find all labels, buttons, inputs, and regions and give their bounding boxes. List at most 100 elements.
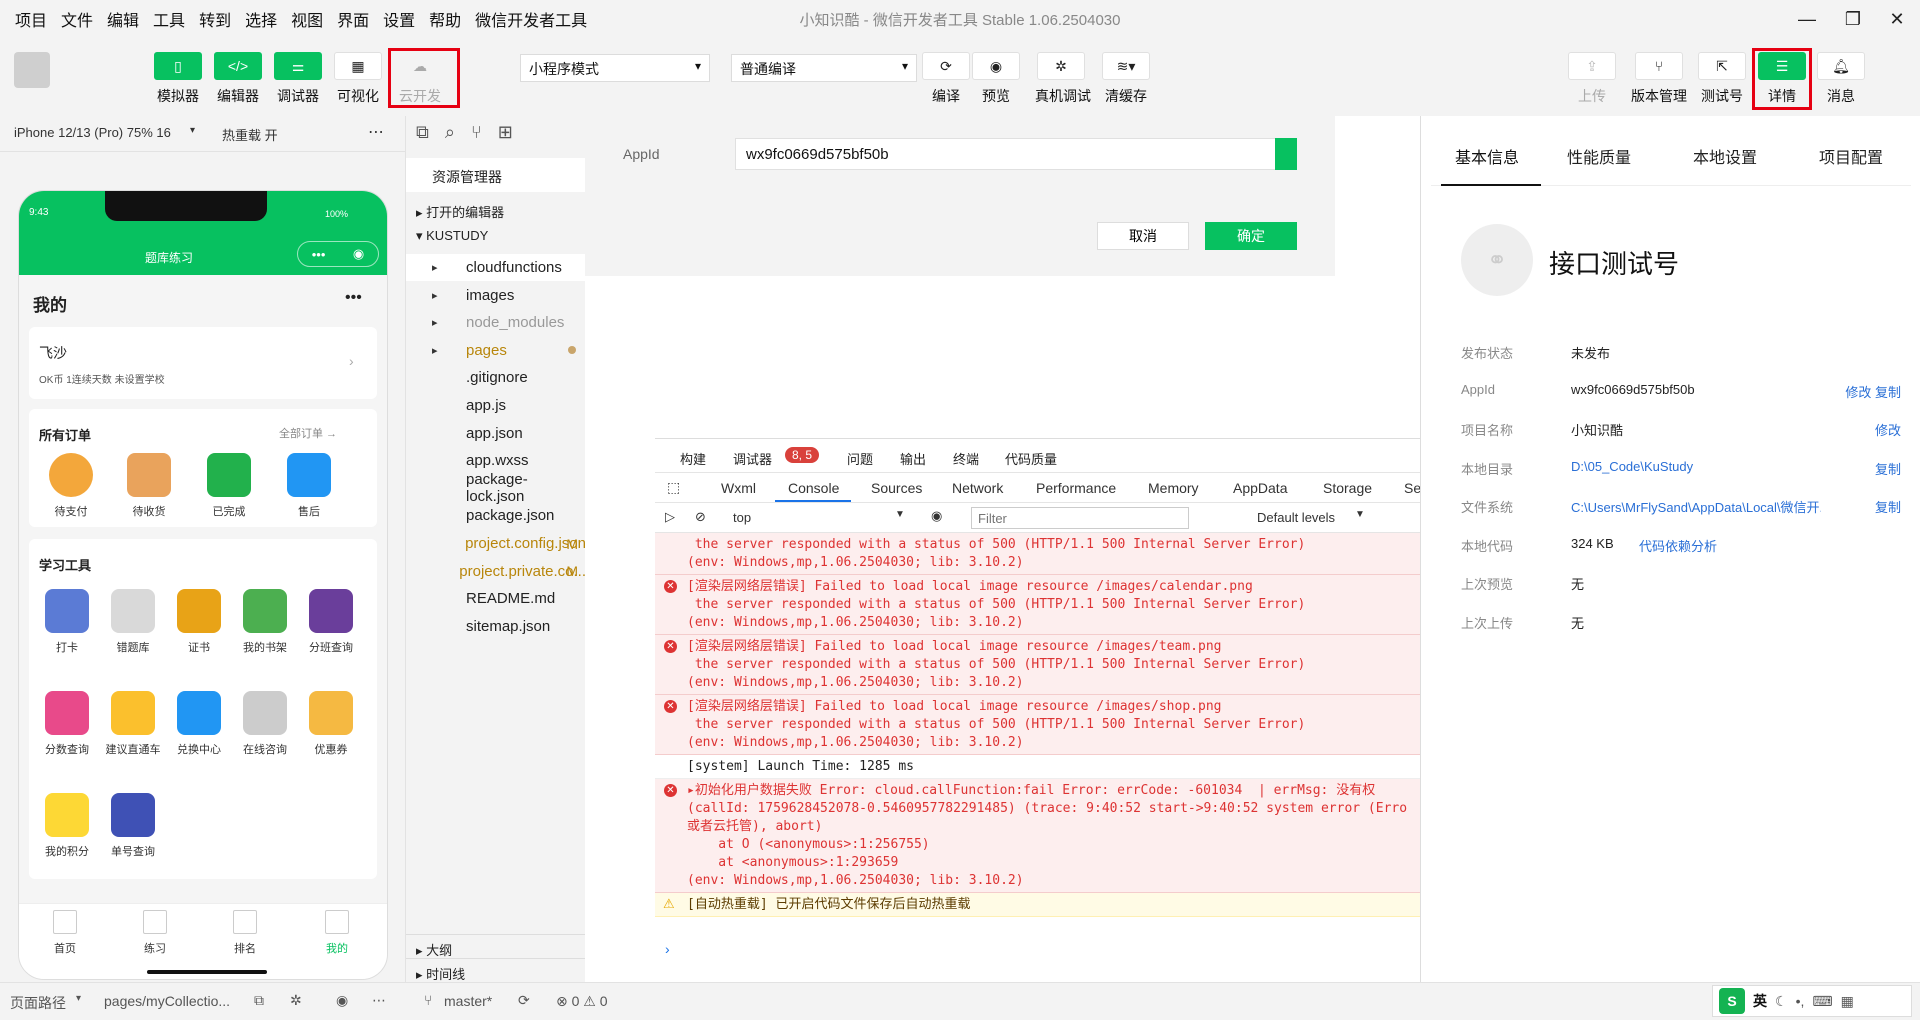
maximize-button[interactable]: ❐ <box>1830 0 1876 38</box>
order-pending-pay[interactable]: 待支付 <box>41 453 101 519</box>
order-completed[interactable]: 已完成 <box>199 453 259 519</box>
open-editors-section[interactable]: ▸ 打开的编辑器 <box>416 202 504 221</box>
confirm-button[interactable]: 确定 <box>1205 222 1297 250</box>
punctuation-icon[interactable]: •, <box>1796 993 1805 1009</box>
info-action-link[interactable]: 代码依赖分析 <box>1639 536 1717 555</box>
file-tree-item[interactable]: ▸ node_modules <box>406 309 586 336</box>
ime-language[interactable]: 英 <box>1753 991 1767 1011</box>
tab-debugger[interactable]: 调试器 <box>733 449 772 468</box>
tab-appdata[interactable]: AppData <box>1233 480 1287 496</box>
tab-output[interactable]: 输出 <box>900 449 926 468</box>
eye-icon[interactable]: ◉ <box>336 992 348 1009</box>
simulator-button[interactable]: ▯ 模拟器 <box>152 52 204 106</box>
hot-reload-toggle[interactable]: 热重载 开 <box>222 125 278 144</box>
tab-local-settings[interactable]: 本地设置 <box>1693 144 1757 168</box>
messages-button[interactable]: 🔔︎ 消息 <box>1815 52 1867 106</box>
eye-icon[interactable]: ◉ <box>931 508 942 524</box>
tab-console[interactable]: Console <box>788 480 839 496</box>
tab-home[interactable]: 首页 <box>35 910 95 956</box>
file-tree-item[interactable]: package-lock.json <box>406 471 586 505</box>
sidebar-toggle-icon[interactable]: ▷ <box>665 509 675 525</box>
tab-memory[interactable]: Memory <box>1148 480 1199 496</box>
info-action-link[interactable]: 修改 <box>1875 420 1901 439</box>
source-control-icon[interactable]: ⑂ <box>471 122 482 143</box>
file-tree-item[interactable]: ▸ cloudfunctions <box>406 254 586 281</box>
tab-project-config[interactable]: 项目配置 <box>1819 144 1883 168</box>
cancel-button[interactable]: 取消 <box>1097 222 1189 250</box>
order-after-sale[interactable]: 售后 <box>279 453 339 519</box>
branch-name[interactable]: master* <box>444 993 492 1009</box>
mode-select[interactable]: 小程序模式 <box>520 54 710 82</box>
tab-code-quality[interactable]: 代码质量 <box>1005 449 1057 468</box>
file-tree-item[interactable]: .gitignore <box>406 364 586 391</box>
file-tree-item[interactable]: app.json <box>406 420 586 447</box>
tab-security[interactable]: Se <box>1404 480 1421 496</box>
moon-icon[interactable]: ☾ <box>1775 993 1788 1010</box>
tab-network[interactable]: Network <box>952 480 1003 496</box>
file-tree-item[interactable]: ▸ pages <box>406 337 586 364</box>
upload-button[interactable]: ⇪ 上传 <box>1566 52 1618 106</box>
tab-mine[interactable]: 我的 <box>307 910 367 956</box>
timeline-section[interactable]: ▸ 时间线 <box>406 958 586 982</box>
outline-section[interactable]: ▸ 大纲 <box>406 934 586 958</box>
capsule-menu[interactable]: ••• ◉ <box>297 241 379 267</box>
clear-cache-button[interactable]: ≋▾ 清缓存 <box>1100 52 1152 106</box>
file-tree-item[interactable]: README.md <box>406 585 586 612</box>
sogou-logo-icon[interactable]: S <box>1719 988 1745 1014</box>
file-tree-item[interactable]: app.wxss <box>406 447 586 474</box>
tool-consult[interactable]: 在线咨询 <box>235 691 295 757</box>
file-tree-item[interactable]: ▸ images <box>406 282 586 309</box>
more-options-icon[interactable]: ••• <box>345 289 362 307</box>
console-prompt[interactable]: › <box>665 941 670 957</box>
sync-icon[interactable]: ⟳ <box>518 992 530 1009</box>
version-manage-button[interactable]: ⑂ 版本管理 <box>1630 52 1688 106</box>
real-device-debug-button[interactable]: ✲ 真机调试 <box>1035 52 1091 106</box>
appid-input[interactable] <box>735 138 1285 170</box>
preview-button[interactable]: ◉ 预览 <box>970 52 1022 106</box>
tab-performance-quality[interactable]: 性能质量 <box>1567 144 1631 168</box>
close-window-button[interactable]: ✕ <box>1874 0 1920 38</box>
tool-score-query[interactable]: 分数查询 <box>37 691 97 757</box>
compile-mode-select[interactable]: 普通编译 <box>731 54 917 82</box>
problems-count[interactable]: ⊗ 0 ⚠ 0 <box>556 993 608 1010</box>
circle-close-icon[interactable]: ◉ <box>353 246 364 262</box>
debugger-button[interactable]: ⚌ 调试器 <box>272 52 324 106</box>
inspect-icon[interactable]: ⬚ <box>667 479 680 496</box>
tab-build[interactable]: 构建 <box>680 449 706 468</box>
file-tree-item[interactable]: project.private.co... M <box>406 558 586 585</box>
page-path-label[interactable]: 页面路径 <box>10 993 66 1013</box>
settings-bug-icon[interactable]: ✲ <box>290 992 302 1009</box>
tab-wxml[interactable]: Wxml <box>721 480 756 496</box>
files-icon[interactable]: ⧉ <box>416 122 429 143</box>
file-tree-item[interactable]: sitemap.json <box>406 613 586 640</box>
extensions-icon[interactable]: ⊞ <box>498 122 513 143</box>
more-icon[interactable]: ⋯ <box>368 122 384 142</box>
copy-icon[interactable]: ⧉ <box>254 992 264 1009</box>
minimize-button[interactable]: — <box>1784 0 1830 38</box>
info-action-link[interactable]: 复制 <box>1875 497 1901 516</box>
avatar[interactable] <box>14 52 50 88</box>
tool-certificate[interactable]: 证书 <box>169 589 229 655</box>
tab-terminal[interactable]: 终端 <box>953 449 979 468</box>
tool-exchange[interactable]: 兑换中心 <box>169 691 229 757</box>
file-tree-item[interactable]: app.js <box>406 392 586 419</box>
order-pending-receive[interactable]: 待收货 <box>119 453 179 519</box>
levels-select[interactable]: Default levels <box>1257 510 1335 525</box>
tool-bookshelf[interactable]: 我的书架 <box>235 589 295 655</box>
tool-wrong-questions[interactable]: 错题库 <box>103 589 163 655</box>
file-tree-item[interactable]: project.config.json M <box>406 530 586 557</box>
user-card[interactable]: 飞沙 OK币 1连续天数 未设置学校 › <box>29 327 377 399</box>
tool-points[interactable]: 我的积分 <box>37 793 97 859</box>
tab-practice[interactable]: 练习 <box>125 910 185 956</box>
dots-icon[interactable]: ••• <box>312 247 326 262</box>
info-action-link[interactable]: 修改 复制 <box>1845 382 1901 401</box>
tool-checkin[interactable]: 打卡 <box>37 589 97 655</box>
file-tree-item[interactable]: package.json <box>406 502 586 529</box>
orders-all-link[interactable]: 全部订单 → <box>279 425 337 441</box>
test-id-button[interactable]: ⇱ 测试号 <box>1696 52 1748 106</box>
context-select[interactable]: top <box>733 510 751 525</box>
tab-ranking[interactable]: 排名 <box>215 910 275 956</box>
tab-basic-info[interactable]: 基本信息 <box>1455 144 1519 168</box>
tool-class-query[interactable]: 分班查询 <box>301 589 361 655</box>
clear-console-icon[interactable]: ⊘ <box>695 509 706 525</box>
